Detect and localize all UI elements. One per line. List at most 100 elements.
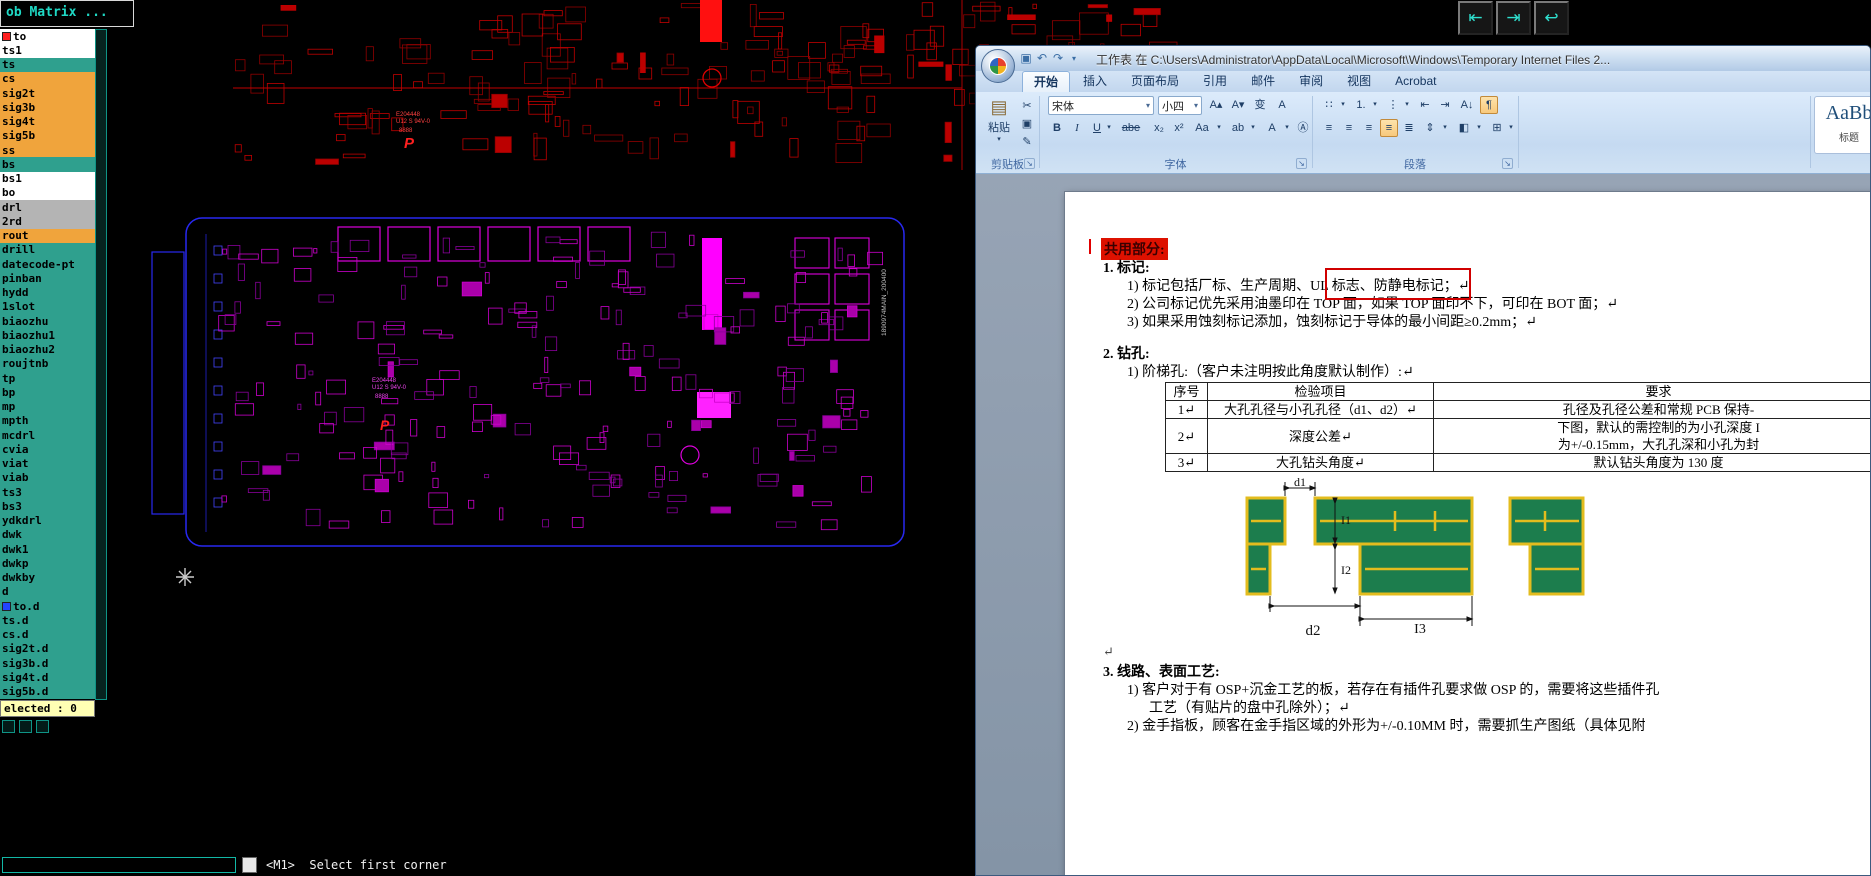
layer-row-mcdrl[interactable]: mcdrl	[0, 428, 95, 443]
distribute-button[interactable]: ≣	[1400, 119, 1418, 137]
shrink-font-button[interactable]: A▾	[1228, 96, 1248, 114]
layer-row-dwk[interactable]: dwk	[0, 527, 95, 542]
layer-row-bs1[interactable]: bs1	[0, 171, 95, 186]
tab-Acrobat[interactable]: Acrobat	[1384, 71, 1447, 92]
layer-color-swatch[interactable]	[2, 31, 11, 41]
layer-row-bp[interactable]: bp	[0, 385, 95, 400]
layer-row-roujtnb[interactable]: roujtnb	[0, 356, 95, 371]
layer-row-hydd[interactable]: hydd	[0, 285, 95, 300]
copy-button[interactable]: ▣	[1018, 115, 1036, 133]
layer-row-to.d[interactable]: to.d	[0, 599, 95, 614]
layer-color-swatch[interactable]	[2, 601, 11, 611]
bullets-dropdown-icon[interactable]: ▾	[1338, 96, 1348, 114]
layer-row-sig2t.d[interactable]: sig2t.d	[0, 641, 95, 656]
font-color-button[interactable]: A	[1262, 119, 1282, 137]
multilevel-dropdown-icon[interactable]: ▾	[1402, 96, 1412, 114]
tab-开始[interactable]: 开始	[1022, 71, 1071, 92]
paragraph-dialog-launcher[interactable]: ↘	[1502, 158, 1513, 169]
font-dialog-launcher[interactable]: ↘	[1296, 158, 1307, 169]
increase-indent-button[interactable]: ⇥	[1436, 96, 1454, 114]
layer-row-ydkdrl[interactable]: ydkdrl	[0, 513, 95, 528]
grow-font-button[interactable]: A▴	[1206, 96, 1226, 114]
layer-row-sig3b[interactable]: sig3b	[0, 100, 95, 115]
layer-row-mpth[interactable]: mpth	[0, 413, 95, 428]
shading-button[interactable]: ◧	[1454, 119, 1474, 137]
layer-row-viat[interactable]: viat	[0, 456, 95, 471]
clear-formatting-button[interactable]: A	[1272, 96, 1292, 114]
redo-button[interactable]: ↷	[1050, 50, 1066, 67]
office-button[interactable]	[981, 49, 1015, 83]
layer-row-to[interactable]: to	[0, 29, 95, 44]
layer-row-1slot[interactable]: 1slot	[0, 299, 95, 314]
align-left-button[interactable]: ≡	[1320, 119, 1338, 137]
layer-row-bs3[interactable]: bs3	[0, 499, 95, 514]
tab-插入[interactable]: 插入	[1072, 71, 1118, 92]
text-highlight-button[interactable]: ab	[1228, 119, 1248, 137]
tab-邮件[interactable]: 邮件	[1240, 71, 1286, 92]
align-center-button[interactable]: ≡	[1340, 119, 1358, 137]
layer-row-cvia[interactable]: cvia	[0, 442, 95, 457]
enclose-characters-button[interactable]: Ⓐ	[1294, 119, 1312, 137]
layer-row-rout[interactable]: rout	[0, 228, 95, 243]
layer-row-drill[interactable]: drill	[0, 242, 95, 257]
numbering-dropdown-icon[interactable]: ▾	[1370, 96, 1380, 114]
borders-button[interactable]: ⊞	[1488, 119, 1506, 137]
view-back-button[interactable]: ↩	[1534, 1, 1569, 35]
bullets-button[interactable]: ∷	[1320, 96, 1338, 114]
layer-row-dwk1[interactable]: dwk1	[0, 542, 95, 557]
highlight-dropdown-icon[interactable]: ▾	[1248, 119, 1258, 137]
layer-row-drl[interactable]: drl	[0, 200, 95, 215]
font-color-dropdown-icon[interactable]: ▾	[1282, 119, 1292, 137]
layer-row-sig4t[interactable]: sig4t	[0, 114, 95, 129]
layer-row-sig5b[interactable]: sig5b	[0, 128, 95, 143]
layer-row-biaozhu[interactable]: biaozhu	[0, 314, 95, 329]
paste-button[interactable]: ▤ 粘贴 ▾	[982, 95, 1016, 155]
font-name-combo[interactable]: 宋体 ▾	[1048, 96, 1154, 115]
cam-statusbar-icon[interactable]	[2, 720, 15, 733]
shading-dropdown-icon[interactable]: ▾	[1474, 119, 1484, 137]
cam-statusbar-icon[interactable]	[19, 720, 32, 733]
format-painter-button[interactable]: ✎	[1018, 133, 1036, 151]
phonetic-guide-button[interactable]: 变	[1250, 96, 1270, 114]
tab-页面布局[interactable]: 页面布局	[1120, 71, 1190, 92]
undo-button[interactable]: ↶	[1034, 50, 1050, 67]
layer-row-cs[interactable]: cs	[0, 71, 95, 86]
layer-row-sig4t.d[interactable]: sig4t.d	[0, 670, 95, 685]
cut-button[interactable]: ✂	[1018, 97, 1036, 115]
sort-button[interactable]: A↓	[1456, 96, 1478, 114]
line-spacing-button[interactable]: ⇕	[1420, 119, 1440, 137]
numbering-button[interactable]: 1.	[1352, 96, 1370, 114]
superscript-button[interactable]: x²	[1170, 119, 1188, 137]
show-hide-marks-button[interactable]: ¶	[1480, 96, 1498, 114]
decrease-indent-button[interactable]: ⇤	[1416, 96, 1434, 114]
layer-row-sig5b.d[interactable]: sig5b.d	[0, 684, 95, 699]
multilevel-list-button[interactable]: ⋮	[1384, 96, 1402, 114]
document-page[interactable]: 共用部分: 1. 标记: 1) 标记包括厂标、生产周期、UL 标志、防静电标记；…	[1064, 191, 1870, 875]
paragraph-group-label[interactable]: 段落	[1312, 156, 1518, 171]
save-button[interactable]: ▣	[1018, 50, 1034, 67]
layer-row-mp[interactable]: mp	[0, 399, 95, 414]
layer-row-biaozhu2[interactable]: biaozhu2	[0, 342, 95, 357]
clipboard-dialog-launcher[interactable]: ↘	[1024, 158, 1035, 169]
layer-row-bo[interactable]: bo	[0, 185, 95, 200]
italic-button[interactable]: I	[1068, 119, 1086, 137]
layer-row-bs[interactable]: bs	[0, 157, 95, 172]
align-right-button[interactable]: ≡	[1360, 119, 1378, 137]
borders-dropdown-icon[interactable]: ▾	[1506, 119, 1516, 137]
subscript-button[interactable]: x₂	[1150, 119, 1168, 137]
layer-row-2rd[interactable]: 2rd	[0, 214, 95, 229]
layer-scrollbar[interactable]	[95, 29, 107, 700]
bold-button[interactable]: B	[1048, 119, 1066, 137]
layer-row-pinban[interactable]: pinban	[0, 271, 95, 286]
coordinate-field[interactable]	[2, 857, 236, 873]
qat-dropdown-icon[interactable]: ▾	[1066, 50, 1082, 67]
layer-row-cs.d[interactable]: cs.d	[0, 627, 95, 642]
justify-button[interactable]: ≡	[1380, 119, 1398, 137]
layer-row-sig2t[interactable]: sig2t	[0, 86, 95, 101]
cam-statusbar-icon[interactable]	[36, 720, 49, 733]
underline-dropdown-icon[interactable]: ▾	[1104, 119, 1114, 137]
font-group-label[interactable]: 字体	[1039, 156, 1312, 171]
view-pan-left-button[interactable]: ⇤	[1458, 1, 1493, 35]
view-pan-right-button[interactable]: ⇥	[1496, 1, 1531, 35]
layer-row-biaozhu1[interactable]: biaozhu1	[0, 328, 95, 343]
